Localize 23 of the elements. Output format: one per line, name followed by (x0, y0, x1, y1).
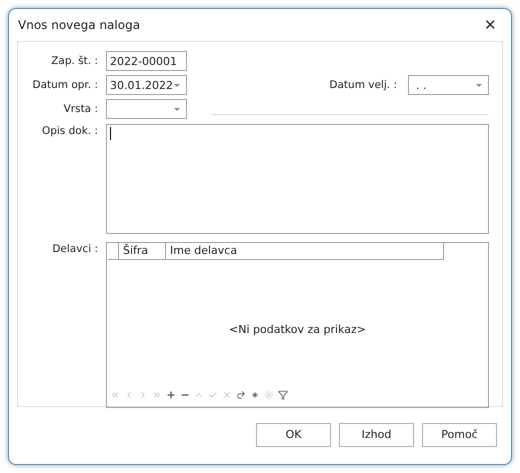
dialog-button[interactable]: OK (256, 422, 331, 446)
field-label: Zap. št. : (50, 54, 98, 69)
field-label: Delavci : (51, 242, 98, 256)
field-label: Datum opr. : (31, 78, 98, 93)
description-field[interactable] (106, 124, 489, 234)
column-header[interactable]: Ime delavca (166, 243, 443, 259)
date-field[interactable]: . . (408, 75, 489, 95)
filter-icon[interactable] (278, 390, 288, 400)
column-header[interactable]: Šifra (119, 243, 166, 259)
plus-icon[interactable] (166, 390, 176, 400)
number-field[interactable]: 2022-00001 (106, 51, 187, 71)
redo-icon[interactable] (236, 390, 246, 400)
field-label: Datum velj. : (329, 78, 397, 93)
type-dropdown[interactable] (106, 99, 187, 119)
field-label: Opis dok. : (40, 124, 98, 138)
date-field[interactable]: 30.01.2022 (106, 75, 187, 95)
field-label: Vrsta : (62, 102, 98, 117)
asterisk-icon[interactable] (250, 390, 260, 400)
close-button[interactable]: ✕ (484, 16, 497, 34)
dialog-button[interactable]: Pomoč (422, 422, 497, 446)
dialog-button[interactable]: Izhod (339, 422, 414, 446)
empty-message: <Ni podatkov za prikaz> (229, 322, 366, 336)
window-title: Vnos novega naloga (18, 18, 140, 32)
